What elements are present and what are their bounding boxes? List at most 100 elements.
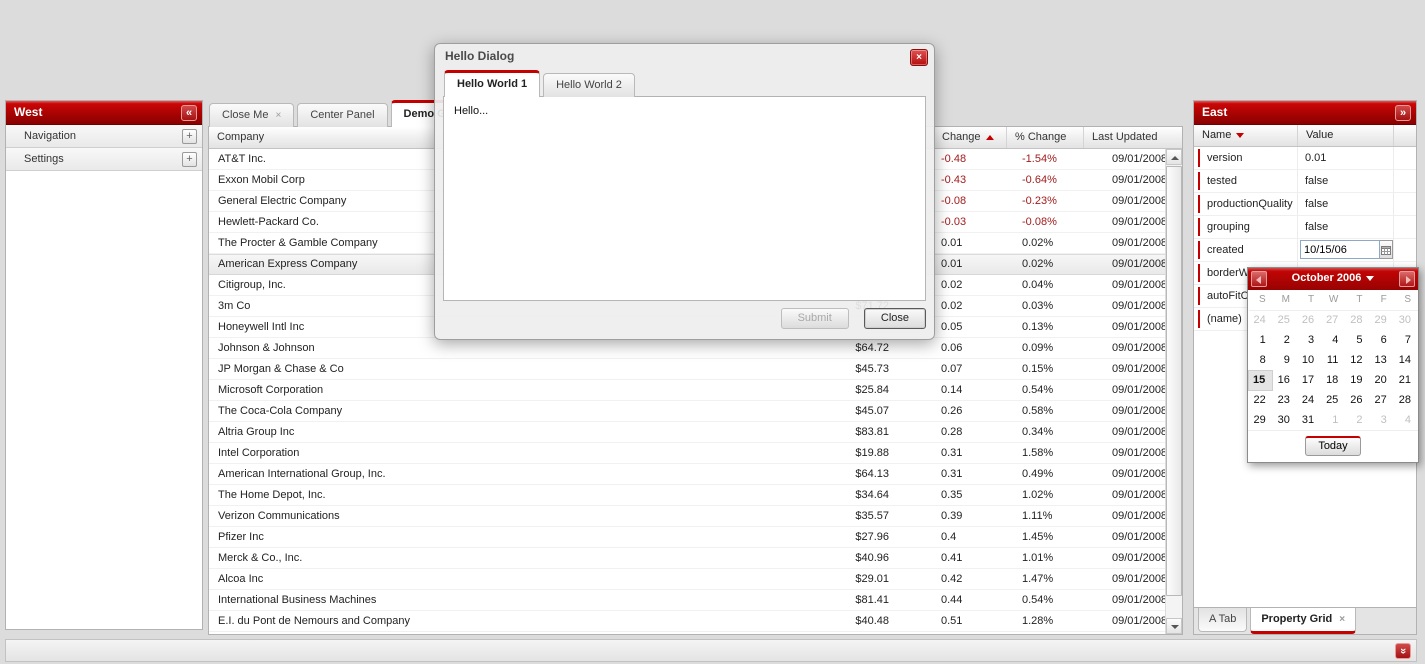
calendar-trigger-icon[interactable] — [1380, 240, 1393, 259]
table-row[interactable]: Alcoa Inc$29.010.421.47%09/01/2008 — [209, 569, 1165, 590]
calendar-day[interactable]: 26 — [1345, 390, 1369, 410]
table-row[interactable]: The Coca-Cola Company$45.070.260.58%09/0… — [209, 401, 1165, 422]
calendar-day[interactable]: 29 — [1249, 410, 1273, 430]
collapse-right-icon[interactable]: » — [1395, 105, 1411, 121]
dialog-titlebar[interactable]: Hello Dialog × — [435, 44, 934, 70]
calendar-day[interactable]: 16 — [1273, 370, 1297, 390]
tab-a-tab[interactable]: A Tab — [1198, 608, 1247, 632]
calendar-day[interactable]: 31 — [1297, 410, 1321, 430]
calendar-day[interactable]: 25 — [1321, 390, 1345, 410]
tab-hello-world-2[interactable]: Hello World 2 — [543, 73, 635, 97]
tab-close-icon[interactable]: × — [1339, 614, 1345, 625]
table-row[interactable]: Intel Corporation$19.880.311.58%09/01/20… — [209, 443, 1165, 464]
calendar-day[interactable]: 3 — [1297, 330, 1321, 350]
prev-month-icon[interactable] — [1251, 271, 1267, 287]
tab-center-panel[interactable]: Center Panel — [297, 103, 387, 127]
property-row[interactable]: version0.01 — [1194, 147, 1416, 170]
calendar-day[interactable]: 10 — [1297, 350, 1321, 370]
tab-close-me[interactable]: Close Me× — [209, 103, 294, 127]
expand-plus-icon[interactable]: + — [182, 152, 197, 167]
calendar-day[interactable]: 30 — [1273, 410, 1297, 430]
calendar-day[interactable]: 20 — [1370, 370, 1394, 390]
calendar-day[interactable]: 2 — [1273, 330, 1297, 350]
column-header-value[interactable]: Value — [1298, 125, 1394, 146]
property-row[interactable]: productionQualityfalse — [1194, 193, 1416, 216]
column-header-last-updated[interactable]: Last Updated — [1084, 127, 1165, 148]
calendar-day[interactable]: 27 — [1321, 310, 1345, 330]
next-month-icon[interactable] — [1399, 271, 1415, 287]
calendar-day[interactable]: 4 — [1321, 330, 1345, 350]
calendar-day[interactable]: 5 — [1345, 330, 1369, 350]
calendar-day[interactable]: 8 — [1249, 350, 1273, 370]
table-row[interactable]: Verizon Communications$35.570.391.11%09/… — [209, 506, 1165, 527]
table-row[interactable]: Microsoft Corporation$25.840.140.54%09/0… — [209, 380, 1165, 401]
cell-last-updated: 09/01/2008 — [1084, 317, 1165, 337]
calendar-day[interactable]: 28 — [1345, 310, 1369, 330]
close-icon[interactable]: × — [910, 49, 928, 66]
calendar-day[interactable]: 14 — [1394, 350, 1418, 370]
calendar-day[interactable]: 21 — [1394, 370, 1418, 390]
submit-button[interactable]: Submit — [781, 308, 849, 329]
calendar-day[interactable]: 13 — [1370, 350, 1394, 370]
scroll-up-icon[interactable] — [1166, 149, 1182, 165]
expand-plus-icon[interactable]: + — [182, 129, 197, 144]
calendar-day[interactable]: 27 — [1370, 390, 1394, 410]
table-row[interactable]: JP Morgan & Chase & Co$45.730.070.15%09/… — [209, 359, 1165, 380]
calendar-day[interactable]: 29 — [1370, 310, 1394, 330]
cell-company: Microsoft Corporation — [209, 380, 814, 400]
table-row[interactable]: American International Group, Inc.$64.13… — [209, 464, 1165, 485]
cell-company: American International Group, Inc. — [209, 464, 814, 484]
calendar-day[interactable]: 19 — [1345, 370, 1369, 390]
column-header-change[interactable]: Change — [934, 127, 1007, 148]
calendar-day[interactable]: 28 — [1394, 390, 1418, 410]
collapse-left-icon[interactable]: « — [181, 105, 197, 121]
calendar-day[interactable]: 6 — [1370, 330, 1394, 350]
property-row[interactable]: created — [1194, 239, 1416, 262]
calendar-day[interactable]: 7 — [1394, 330, 1418, 350]
calendar-day[interactable]: 26 — [1297, 310, 1321, 330]
table-row[interactable]: Pfizer Inc$27.960.41.45%09/01/2008 — [209, 527, 1165, 548]
property-row[interactable]: testedfalse — [1194, 170, 1416, 193]
tab-hello-world-1[interactable]: Hello World 1 — [444, 70, 540, 97]
close-button[interactable]: Close — [864, 308, 926, 329]
tab-property-grid[interactable]: Property Grid× — [1250, 608, 1356, 634]
calendar-day[interactable]: 11 — [1321, 350, 1345, 370]
calendar-day[interactable]: 4 — [1394, 410, 1418, 430]
calendar-day[interactable]: 17 — [1297, 370, 1321, 390]
calendar-day[interactable]: 30 — [1394, 310, 1418, 330]
grid-scrollbar[interactable] — [1165, 149, 1182, 634]
calendar-day[interactable]: 24 — [1249, 310, 1273, 330]
column-header-pct-change[interactable]: % Change — [1007, 127, 1084, 148]
scroll-down-icon[interactable] — [1166, 618, 1182, 634]
table-row[interactable]: E.I. du Pont de Nemours and Company$40.4… — [209, 611, 1165, 632]
calendar-day[interactable]: 12 — [1345, 350, 1369, 370]
property-row[interactable]: groupingfalse — [1194, 216, 1416, 239]
table-row[interactable]: Johnson & Johnson$64.720.060.09%09/01/20… — [209, 338, 1165, 359]
cell-pct-change: -0.23% — [1007, 191, 1084, 211]
table-row[interactable]: The Home Depot, Inc.$34.640.351.02%09/01… — [209, 485, 1165, 506]
cell-change: 0.05 — [934, 317, 1007, 337]
today-button[interactable]: Today — [1305, 436, 1360, 456]
created-date-input[interactable] — [1300, 240, 1380, 259]
calendar-day[interactable]: 1 — [1321, 410, 1345, 430]
table-row[interactable]: International Business Machines$81.410.4… — [209, 590, 1165, 611]
calendar-day[interactable]: 2 — [1345, 410, 1369, 430]
scrollbar-thumb[interactable] — [1166, 166, 1182, 596]
calendar-day[interactable]: 25 — [1273, 310, 1297, 330]
calendar-day[interactable]: 22 — [1249, 390, 1273, 410]
month-label[interactable]: October 2006 — [1292, 272, 1362, 284]
expand-up-icon[interactable]: » — [1395, 643, 1411, 659]
table-row[interactable]: Merck & Co., Inc.$40.960.411.01%09/01/20… — [209, 548, 1165, 569]
calendar-day[interactable]: 23 — [1273, 390, 1297, 410]
sidebar-item-navigation[interactable]: Navigation+ — [6, 125, 202, 148]
column-header-name[interactable]: Name — [1194, 125, 1298, 146]
calendar-day[interactable]: 24 — [1297, 390, 1321, 410]
sidebar-item-settings[interactable]: Settings+ — [6, 148, 202, 171]
calendar-day[interactable]: 1 — [1249, 330, 1273, 350]
table-row[interactable]: Altria Group Inc$83.810.280.34%09/01/200… — [209, 422, 1165, 443]
calendar-day-selected[interactable]: 15 — [1249, 370, 1273, 390]
calendar-day[interactable]: 18 — [1321, 370, 1345, 390]
tab-close-icon[interactable]: × — [275, 110, 281, 121]
calendar-day[interactable]: 9 — [1273, 350, 1297, 370]
calendar-day[interactable]: 3 — [1370, 410, 1394, 430]
